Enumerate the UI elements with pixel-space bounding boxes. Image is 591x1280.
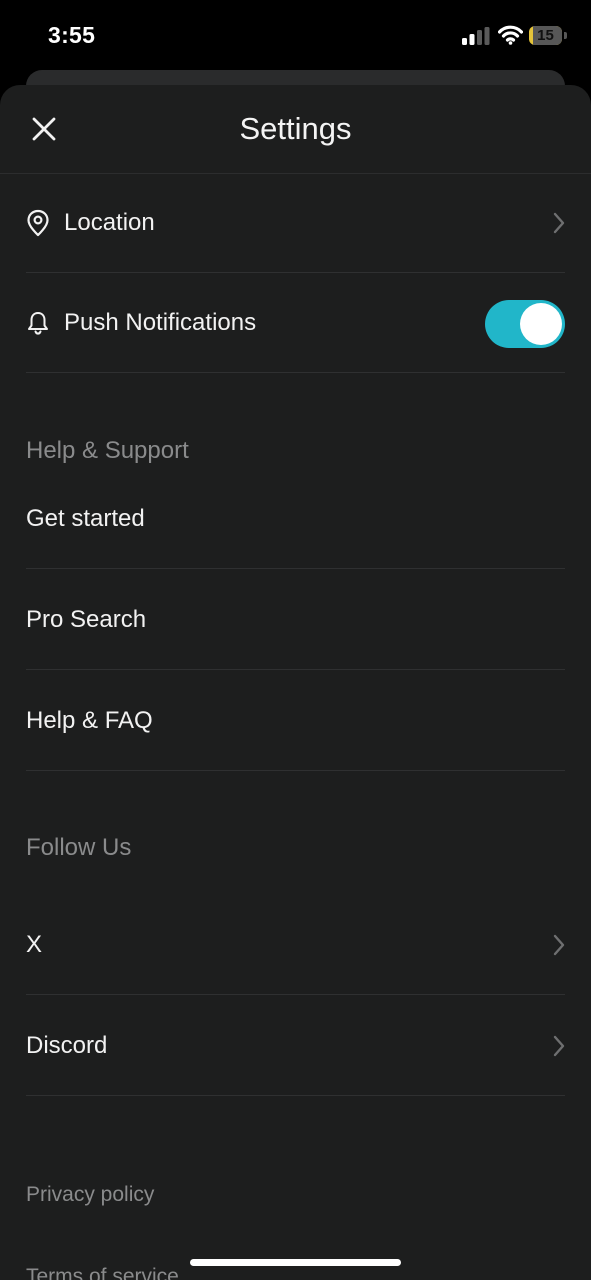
push-notifications-label: Push Notifications <box>64 309 257 336</box>
chevron-right-icon <box>553 895 565 995</box>
pro-search-label: Pro Search <box>26 606 147 633</box>
bell-icon <box>26 273 50 373</box>
privacy-policy-link[interactable]: Privacy policy <box>26 1183 154 1207</box>
page-title: Settings <box>239 111 352 146</box>
x-row[interactable]: X <box>26 895 565 995</box>
discord-label: Discord <box>26 1032 108 1059</box>
battery-icon: 15 <box>529 26 562 45</box>
terms-of-service-link[interactable]: Terms of service <box>26 1265 179 1280</box>
location-row[interactable]: Location <box>26 173 565 273</box>
cellular-signal-icon <box>462 27 490 45</box>
help-support-heading: Help & Support <box>26 437 189 464</box>
toggle-knob <box>520 303 562 345</box>
battery-level: 15 <box>537 27 554 44</box>
home-indicator <box>190 1259 401 1266</box>
pro-search-row[interactable]: Pro Search <box>26 570 565 670</box>
close-icon <box>32 117 56 141</box>
location-pin-icon <box>26 173 50 273</box>
discord-row[interactable]: Discord <box>26 996 565 1096</box>
push-notifications-row: Push Notifications <box>26 273 565 373</box>
get-started-row[interactable]: Get started <box>26 469 565 569</box>
status-time: 3:55 <box>48 22 96 48</box>
help-faq-row[interactable]: Help & FAQ <box>26 671 565 771</box>
location-label: Location <box>64 209 155 236</box>
chevron-right-icon <box>553 173 565 273</box>
x-label: X <box>26 931 43 958</box>
settings-header: Settings <box>0 85 591 174</box>
wifi-icon <box>498 25 523 45</box>
close-button[interactable] <box>26 111 62 147</box>
battery-cap <box>564 32 567 39</box>
follow-us-heading: Follow Us <box>26 834 132 861</box>
chevron-right-icon <box>553 996 565 1096</box>
push-notifications-toggle[interactable] <box>485 300 565 348</box>
settings-sheet: Settings Location Push Notifications Hel… <box>0 85 591 1280</box>
get-started-label: Get started <box>26 505 145 532</box>
help-faq-label: Help & FAQ <box>26 707 153 734</box>
status-bar: 3:55 15 <box>0 0 591 72</box>
